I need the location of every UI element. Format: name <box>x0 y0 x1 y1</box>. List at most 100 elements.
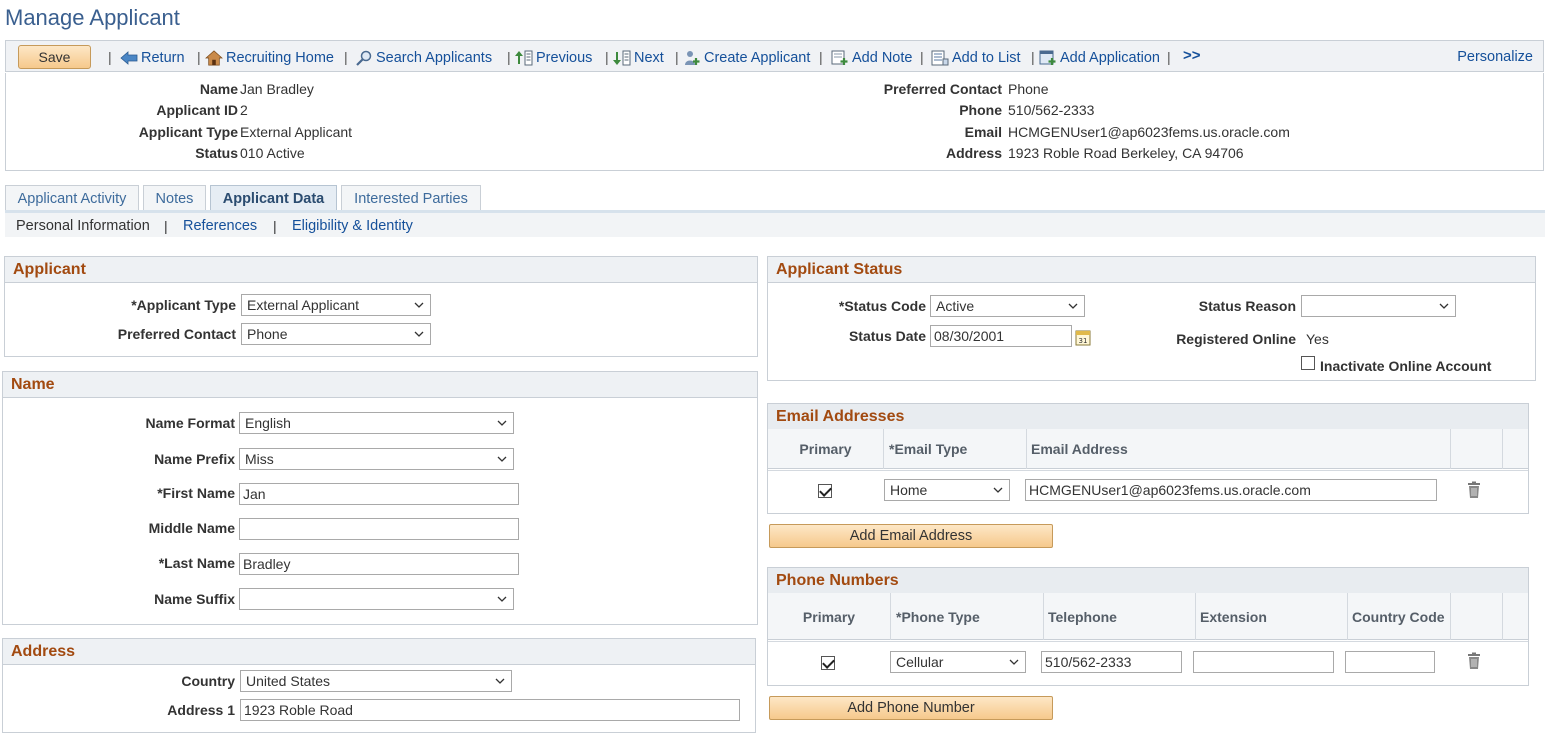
toolbar-separator: | <box>1167 49 1171 65</box>
email-col-address: Email Address <box>1027 429 1451 469</box>
status-date-input[interactable]: 08/30/2001 <box>930 325 1072 347</box>
svg-text:31: 31 <box>1079 337 1088 345</box>
tab-applicant-data[interactable]: Applicant Data <box>210 185 337 211</box>
recruiting-home-link[interactable]: Recruiting Home <box>205 48 334 68</box>
chevron-down-icon <box>414 331 424 337</box>
chevron-down-icon <box>1009 659 1019 665</box>
personalize-link[interactable]: Personalize <box>1457 49 1533 65</box>
last-name-label: *Last Name <box>158 555 235 571</box>
phone-col-type: *Phone Type <box>891 593 1044 640</box>
trash-icon[interactable] <box>1466 481 1482 499</box>
add-application-link[interactable]: Add Application <box>1039 48 1160 68</box>
registered-online-label: Registered Online <box>1176 331 1296 347</box>
email-primary-checkbox[interactable] <box>818 484 832 498</box>
previous-link[interactable]: Previous <box>515 48 592 68</box>
trash-icon[interactable] <box>1466 652 1482 670</box>
tab-notes[interactable]: Notes <box>143 185 206 211</box>
email-type-select[interactable]: Home <box>884 479 1010 501</box>
address1-label: Address 1 <box>167 702 235 718</box>
previous-icon <box>515 50 533 66</box>
extension-input[interactable] <box>1193 651 1334 673</box>
add-note-link[interactable]: Add Note <box>831 48 912 68</box>
tab-interested-parties[interactable]: Interested Parties <box>341 185 481 211</box>
name-suffix-label: Name Suffix <box>154 591 235 607</box>
country-code-input[interactable] <box>1345 651 1435 673</box>
applicant-panel-title: Applicant <box>5 257 757 283</box>
middle-name-label: Middle Name <box>148 520 235 536</box>
phone-col-primary: Primary <box>768 593 891 640</box>
toolbar-separator: | <box>108 49 112 65</box>
add-application-icon <box>1039 50 1056 65</box>
sub-navigation: Personal Information | References | Elig… <box>5 213 1545 237</box>
phone-col-country-code: Country Code <box>1348 593 1451 640</box>
email-addresses-panel-title: Email Addresses <box>768 404 1528 430</box>
country-select[interactable]: United States <box>240 670 512 692</box>
add-email-address-button[interactable]: Add Email Address <box>769 524 1053 548</box>
save-button[interactable]: Save <box>18 45 91 69</box>
return-link[interactable]: Return <box>120 48 185 68</box>
chevron-down-icon <box>1439 303 1449 309</box>
add-to-list-link[interactable]: Add to List <box>931 48 1021 68</box>
status-reason-label: Status Reason <box>1198 298 1296 314</box>
chevron-down-icon <box>414 302 424 308</box>
chevron-down-icon <box>497 596 507 602</box>
applicant-type-select[interactable]: External Applicant <box>241 294 431 316</box>
status-code-select[interactable]: Active <box>930 295 1085 317</box>
create-applicant-icon <box>685 51 700 65</box>
summary-preferred-contact-row: Preferred Contact Phone <box>883 81 1049 97</box>
email-row: Home HCMGENUser1@ap6023fems.us.oracle.co… <box>768 470 1528 513</box>
country-label: Country <box>181 673 235 689</box>
email-addresses-panel: Email Addresses Primary *Email Type Emai… <box>767 403 1529 514</box>
applicant-status-panel-title: Applicant Status <box>768 257 1535 283</box>
toolbar-separator: | <box>344 49 348 65</box>
toolbar-separator: | <box>1031 49 1035 65</box>
address1-input[interactable]: 1923 Roble Road <box>240 699 740 721</box>
inactivate-online-account-checkbox[interactable] <box>1301 356 1315 370</box>
tab-applicant-activity[interactable]: Applicant Activity <box>5 185 139 211</box>
middle-name-input[interactable] <box>239 518 519 540</box>
toolbar-separator: | <box>605 49 609 65</box>
phone-row: Cellular 510/562-2333 <box>768 641 1528 685</box>
registered-online-value: Yes <box>1306 331 1329 347</box>
next-icon <box>613 50 631 66</box>
more-actions-link[interactable]: >> <box>1183 47 1201 64</box>
toolbar-separator: | <box>675 49 679 65</box>
applicant-type-label: *Applicant Type <box>131 297 236 313</box>
first-name-label: *First Name <box>157 485 235 501</box>
applicant-status-panel: Applicant Status *Status Code Active Sta… <box>767 256 1536 381</box>
phone-grid-header: Primary *Phone Type Telephone Extension … <box>768 593 1528 640</box>
email-col-type: *Email Type <box>884 429 1027 469</box>
create-applicant-link[interactable]: Create Applicant <box>683 48 810 68</box>
last-name-input[interactable]: Bradley <box>239 553 519 575</box>
add-to-list-icon <box>931 50 949 66</box>
name-format-select[interactable]: English <box>239 412 514 434</box>
phone-col-telephone: Telephone <box>1044 593 1196 640</box>
add-phone-number-button[interactable]: Add Phone Number <box>769 696 1053 720</box>
phone-type-select[interactable]: Cellular <box>890 651 1026 673</box>
status-date-label: Status Date <box>848 328 926 344</box>
preferred-contact-select[interactable]: Phone <box>241 323 431 345</box>
telephone-input[interactable]: 510/562-2333 <box>1041 651 1182 673</box>
calendar-icon[interactable]: 31 <box>1075 328 1091 346</box>
toolbar-separator: | <box>507 49 511 65</box>
name-suffix-select[interactable] <box>239 588 514 610</box>
address-panel-title: Address <box>3 639 755 665</box>
search-applicants-link[interactable]: Search Applicants <box>355 48 492 68</box>
toolbar-separator: | <box>197 49 201 65</box>
email-address-input[interactable]: HCMGENUser1@ap6023fems.us.oracle.com <box>1025 479 1437 501</box>
phone-primary-checkbox[interactable] <box>821 656 835 670</box>
name-panel-title: Name <box>3 372 757 398</box>
subnav-references[interactable]: References <box>183 218 257 234</box>
name-prefix-select[interactable]: Miss <box>239 448 514 470</box>
chevron-down-icon <box>495 678 505 684</box>
subnav-eligibility-identity[interactable]: Eligibility & Identity <box>292 218 413 234</box>
first-name-input[interactable]: Jan <box>239 483 519 505</box>
chevron-down-icon <box>497 420 507 426</box>
status-reason-select[interactable] <box>1301 295 1456 317</box>
next-link[interactable]: Next <box>613 48 664 68</box>
subnav-personal-information: Personal Information <box>16 218 150 234</box>
home-icon <box>205 50 223 66</box>
inactivate-online-account-label: Inactivate Online Account <box>1320 358 1492 374</box>
chevron-down-icon <box>497 456 507 462</box>
phone-numbers-panel-title: Phone Numbers <box>768 568 1528 594</box>
